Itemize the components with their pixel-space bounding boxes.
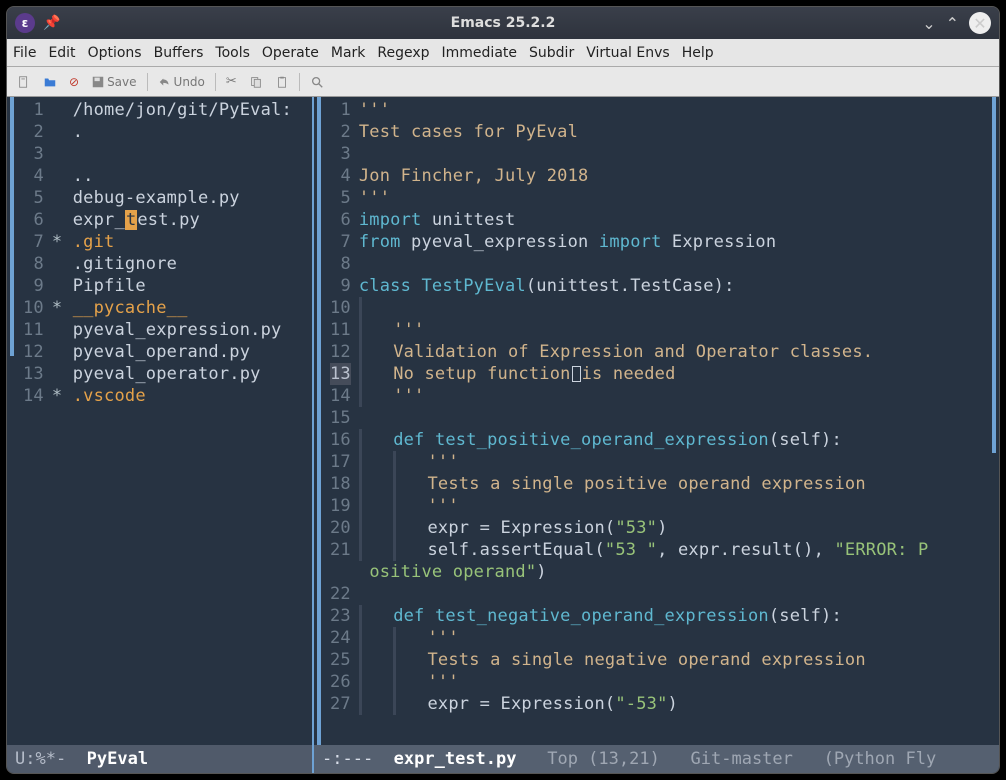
code-line[interactable]: self.assertEqual("53 ", expr.result(), "… [359, 539, 989, 561]
save-button[interactable]: Save [87, 73, 140, 91]
modeline-dired-buffer: PyEval [87, 749, 148, 769]
undo-button[interactable]: Undo [154, 73, 209, 91]
code-line[interactable]: ''' [359, 99, 989, 121]
code-line[interactable]: ositive operand") [359, 561, 989, 583]
code-line[interactable]: ''' [359, 319, 989, 341]
pane-code: 1 2 3 4 5 6 7 8 910111213141516171819202… [314, 97, 999, 773]
list-item[interactable]: . [52, 121, 312, 143]
code-line[interactable] [359, 253, 989, 275]
code-line[interactable]: expr = Expression("53") [359, 517, 989, 539]
menu-operate[interactable]: Operate [262, 45, 319, 61]
pane-dired: 1 2 3 4 5 6 7 8 91011121314 /home/jon/gi… [7, 97, 312, 773]
menu-virtualenvs[interactable]: Virtual Envs [586, 45, 670, 61]
window-title: Emacs 25.2.2 [451, 15, 556, 31]
code-line[interactable]: ''' [359, 385, 989, 407]
cut-icon[interactable]: ✂ [222, 72, 241, 91]
menu-tools[interactable]: Tools [215, 45, 250, 61]
emacs-window: ε 📌 Emacs 25.2.2 ⌄ ⌃ ✕ File Edit Options… [6, 6, 1000, 774]
menubar: File Edit Options Buffers Tools Operate … [7, 39, 999, 67]
list-item[interactable] [52, 143, 312, 165]
modeline-dired[interactable]: U:%*- PyEval [7, 745, 312, 773]
open-folder-icon[interactable] [39, 73, 61, 91]
code-line[interactable]: ''' [359, 187, 989, 209]
undo-label: Undo [174, 75, 205, 89]
code-line[interactable]: expr = Expression("-53") [359, 693, 989, 715]
list-item[interactable]: pyeval_operator.py [52, 363, 312, 385]
modeline-code-prefix: -:--- [322, 749, 373, 769]
modeline-dired-prefix: U:%*- [15, 749, 66, 769]
list-item[interactable]: Pipfile [52, 275, 312, 297]
code-line[interactable]: Tests a single positive operand expressi… [359, 473, 989, 495]
dired-buffer[interactable]: 1 2 3 4 5 6 7 8 91011121314 /home/jon/gi… [7, 97, 312, 745]
minimize-icon[interactable]: ⌄ [922, 14, 935, 33]
list-item[interactable]: debug-example.py [52, 187, 312, 209]
emacs-app-icon: ε [15, 13, 35, 33]
code-line[interactable] [359, 407, 989, 429]
code-line[interactable]: Tests a single negative operand expressi… [359, 649, 989, 671]
toolbar: ⊘ Save Undo ✂ [7, 67, 999, 97]
code-line[interactable]: ''' [359, 451, 989, 473]
code-line[interactable]: class TestPyEval(unittest.TestCase): [359, 275, 989, 297]
menu-buffers[interactable]: Buffers [154, 45, 204, 61]
code-line[interactable]: Test cases for PyEval [359, 121, 989, 143]
code-line[interactable] [359, 583, 989, 605]
close-file-icon[interactable]: ⊘ [65, 73, 83, 91]
code-line[interactable]: ''' [359, 627, 989, 649]
code-line[interactable]: No setup functionis needed [359, 363, 989, 385]
list-item[interactable]: pyeval_expression.py [52, 319, 312, 341]
list-item[interactable]: /home/jon/git/PyEval: [52, 99, 312, 121]
paste-icon[interactable] [271, 73, 293, 91]
menu-help[interactable]: Help [682, 45, 714, 61]
code-line[interactable]: from pyeval_expression import Expression [359, 231, 989, 253]
search-icon[interactable] [306, 73, 328, 91]
menu-immediate[interactable]: Immediate [442, 45, 517, 61]
menu-options[interactable]: Options [88, 45, 142, 61]
menu-edit[interactable]: Edit [48, 45, 75, 61]
code-buffer[interactable]: 1 2 3 4 5 6 7 8 910111213141516171819202… [314, 97, 999, 745]
code-line[interactable]: Validation of Expression and Operator cl… [359, 341, 989, 363]
code-line[interactable] [359, 143, 989, 165]
list-item[interactable]: * .git [52, 231, 312, 253]
code-line[interactable]: ''' [359, 671, 989, 693]
code-line[interactable]: import unittest [359, 209, 989, 231]
list-item[interactable]: * __pycache__ [52, 297, 312, 319]
close-icon[interactable]: ✕ [969, 12, 991, 34]
editor-area: 1 2 3 4 5 6 7 8 91011121314 /home/jon/gi… [7, 97, 999, 773]
code-line[interactable]: ''' [359, 495, 989, 517]
modeline-code[interactable]: -:--- expr_test.py Top (13,21) Git-maste… [314, 745, 999, 773]
modeline-code-mode: (Python Fly [824, 749, 937, 769]
code-fringe-right [989, 97, 999, 745]
list-item[interactable]: * .vscode [52, 385, 312, 407]
dired-gutter: 1 2 3 4 5 6 7 8 91011121314 [17, 97, 50, 745]
menu-regexp[interactable]: Regexp [377, 45, 429, 61]
modeline-code-vc: Git-master [691, 749, 793, 769]
new-file-icon[interactable] [13, 73, 35, 91]
modeline-code-buffer: expr_test.py [394, 749, 517, 769]
copy-icon[interactable] [245, 73, 267, 91]
menu-file[interactable]: File [13, 45, 36, 61]
pin-icon[interactable]: 📌 [43, 15, 60, 31]
code-line[interactable]: def test_positive_operand_expression(sel… [359, 429, 989, 451]
menu-subdir[interactable]: Subdir [529, 45, 574, 61]
titlebar[interactable]: ε 📌 Emacs 25.2.2 ⌄ ⌃ ✕ [7, 7, 999, 39]
code-gutter: 1 2 3 4 5 6 7 8 910111213141516171819202… [324, 97, 357, 745]
dired-content[interactable]: /home/jon/git/PyEval: . .. debug-example… [50, 97, 312, 745]
code-line[interactable] [359, 297, 989, 319]
code-content[interactable]: '''Test cases for PyEvalJon Fincher, Jul… [357, 97, 989, 745]
maximize-icon[interactable]: ⌃ [946, 14, 959, 33]
list-item[interactable]: expr_test.py [52, 209, 312, 231]
modeline-code-pos: Top (13,21) [547, 749, 660, 769]
save-label: Save [107, 75, 136, 89]
menu-mark[interactable]: Mark [331, 45, 366, 61]
list-item[interactable]: .. [52, 165, 312, 187]
text-cursor [572, 366, 581, 382]
list-item[interactable]: .gitignore [52, 253, 312, 275]
code-line[interactable]: Jon Fincher, July 2018 [359, 165, 989, 187]
code-line[interactable]: def test_negative_operand_expression(sel… [359, 605, 989, 627]
list-item[interactable]: pyeval_operand.py [52, 341, 312, 363]
